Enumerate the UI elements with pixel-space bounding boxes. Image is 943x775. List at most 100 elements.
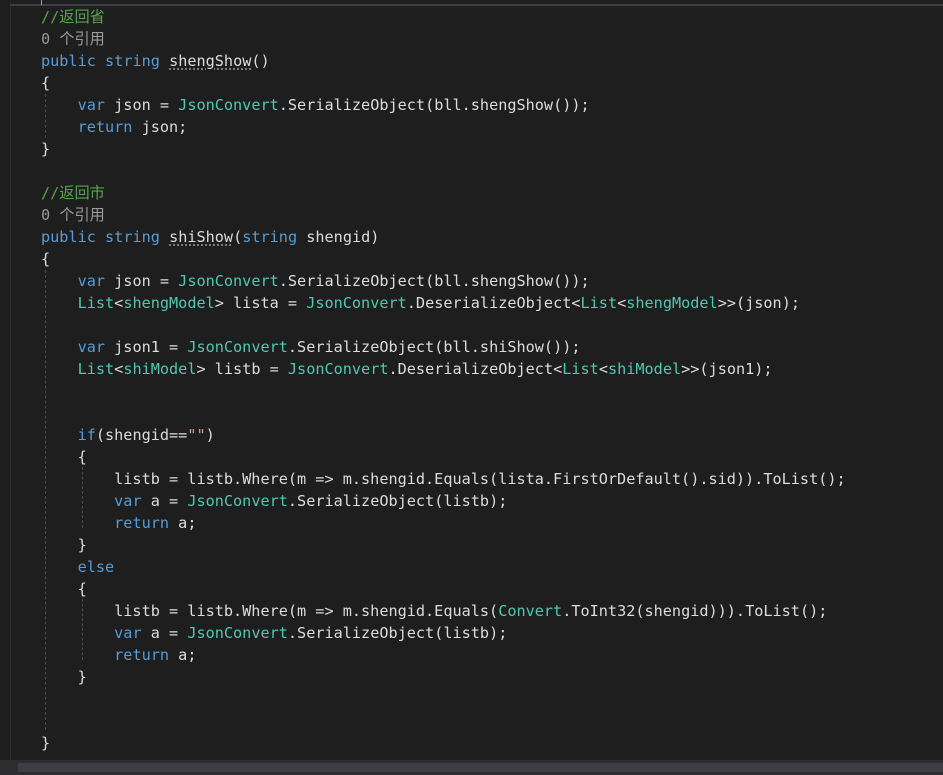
type-token: shengModel — [123, 294, 215, 312]
code-line[interactable]: return a; — [41, 512, 943, 534]
keyword-token: string — [242, 228, 298, 246]
keyword-token: var — [77, 96, 106, 114]
code-line[interactable] — [41, 160, 943, 182]
type-token: JsonConvert — [187, 492, 288, 510]
code-line[interactable] — [41, 314, 943, 336]
code-line[interactable] — [41, 402, 943, 424]
keyword-token: return — [77, 118, 133, 136]
code-line[interactable]: List<shengModel> lista = JsonConvert.Des… — [41, 292, 943, 314]
code-token: .SerializeObject(listb); — [287, 624, 508, 642]
horizontal-scrollbar[interactable] — [0, 760, 943, 775]
code-line[interactable]: } — [41, 732, 943, 754]
code-line[interactable]: //返回省 — [41, 6, 943, 28]
code-line[interactable]: } — [41, 138, 943, 160]
keyword-token: var — [77, 272, 106, 290]
code-token: json1 = — [105, 338, 188, 356]
code-token: () — [251, 52, 270, 70]
code-token: < — [617, 294, 627, 312]
string-literal-token: "" — [187, 426, 206, 444]
code-token: { — [41, 74, 51, 92]
code-line[interactable]: { — [41, 446, 943, 468]
scrollbar-thumb[interactable] — [18, 763, 943, 772]
keyword-token: return — [114, 646, 170, 664]
code-token: < — [114, 360, 124, 378]
text-caret — [41, 0, 42, 5]
code-token: >>(json); — [717, 294, 800, 312]
type-token: JsonConvert — [187, 338, 288, 356]
code-token: (shengid== — [95, 426, 188, 444]
code-token: < — [598, 360, 608, 378]
comment-token: //返回省 — [41, 8, 105, 26]
code-editor[interactable]: //返回省 0 个引用 public string shengShow() { var… — [0, 0, 943, 760]
code-line[interactable] — [41, 710, 943, 732]
code-line[interactable]: var json = JsonConvert.SerializeObject(b… — [41, 94, 943, 116]
code-line[interactable]: } — [41, 534, 943, 556]
code-line[interactable]: //返回市 — [41, 182, 943, 204]
code-line[interactable] — [41, 688, 943, 710]
codelens-reference-count[interactable]: 0 个引用 — [41, 30, 105, 48]
method-name-token: shiShow — [169, 228, 234, 246]
code-line[interactable]: { — [41, 72, 943, 94]
code-line[interactable]: var json1 = JsonConvert.SerializeObject(… — [41, 336, 943, 358]
code-token: } — [41, 140, 51, 158]
code-line[interactable]: { — [41, 578, 943, 600]
code-token: shengid) — [297, 228, 380, 246]
code-token: json = — [105, 272, 179, 290]
code-line[interactable]: 0 个引用 — [41, 204, 943, 226]
code-token: a = — [141, 492, 188, 510]
code-line[interactable]: var a = JsonConvert.SerializeObject(list… — [41, 490, 943, 512]
code-token: > lista = — [214, 294, 307, 312]
keyword-token: string — [105, 52, 160, 70]
code-line[interactable]: var a = JsonConvert.SerializeObject(list… — [41, 622, 943, 644]
code-line[interactable]: 0 个引用 — [41, 28, 943, 50]
keyword-token: var — [114, 624, 142, 642]
code-line[interactable]: if(shengid=="") — [41, 424, 943, 446]
keyword-token: var — [114, 492, 142, 510]
type-token: List — [77, 360, 115, 378]
type-token: List — [580, 294, 618, 312]
code-line[interactable]: listb = listb.Where(m => m.shengid.Equal… — [41, 600, 943, 622]
code-line[interactable]: List<shiModel> listb = JsonConvert.Deser… — [41, 358, 943, 380]
code-line[interactable]: return a; — [41, 644, 943, 666]
code-line[interactable]: } — [41, 666, 943, 688]
code-token: { — [41, 580, 87, 598]
gutter-divider — [10, 0, 11, 760]
keyword-token: public — [41, 228, 96, 246]
keyword-token: var — [77, 338, 106, 356]
editor-gutter[interactable] — [0, 0, 10, 760]
keyword-token: string — [105, 228, 160, 246]
codelens-reference-count[interactable]: 0 个引用 — [41, 206, 105, 224]
code-area[interactable]: //返回省 0 个引用 public string shengShow() { var… — [41, 6, 943, 754]
type-token: JsonConvert — [306, 294, 407, 312]
method-name-token: shengShow — [169, 52, 252, 70]
code-token: < — [114, 294, 124, 312]
code-token: { — [41, 448, 87, 466]
code-line[interactable]: var json = JsonConvert.SerializeObject(b… — [41, 270, 943, 292]
code-token: { — [41, 250, 51, 268]
code-line[interactable] — [41, 380, 943, 402]
code-line[interactable]: public string shiShow(string shengid) — [41, 226, 943, 248]
code-line[interactable]: public string shengShow() — [41, 50, 943, 72]
code-token: .SerializeObject(bll.shiShow()); — [287, 338, 581, 356]
code-line[interactable]: listb = listb.Where(m => m.shengid.Equal… — [41, 468, 943, 490]
code-token: .SerializeObject(bll.shengShow()); — [278, 272, 590, 290]
code-token: listb = listb.Where(m => m.shengid.Equal… — [41, 602, 499, 620]
code-line[interactable]: else — [41, 556, 943, 578]
code-token: } — [41, 668, 87, 686]
code-token: .DeserializeObject< — [388, 360, 563, 378]
code-line[interactable]: { — [41, 248, 943, 270]
code-line[interactable]: return json; — [41, 116, 943, 138]
